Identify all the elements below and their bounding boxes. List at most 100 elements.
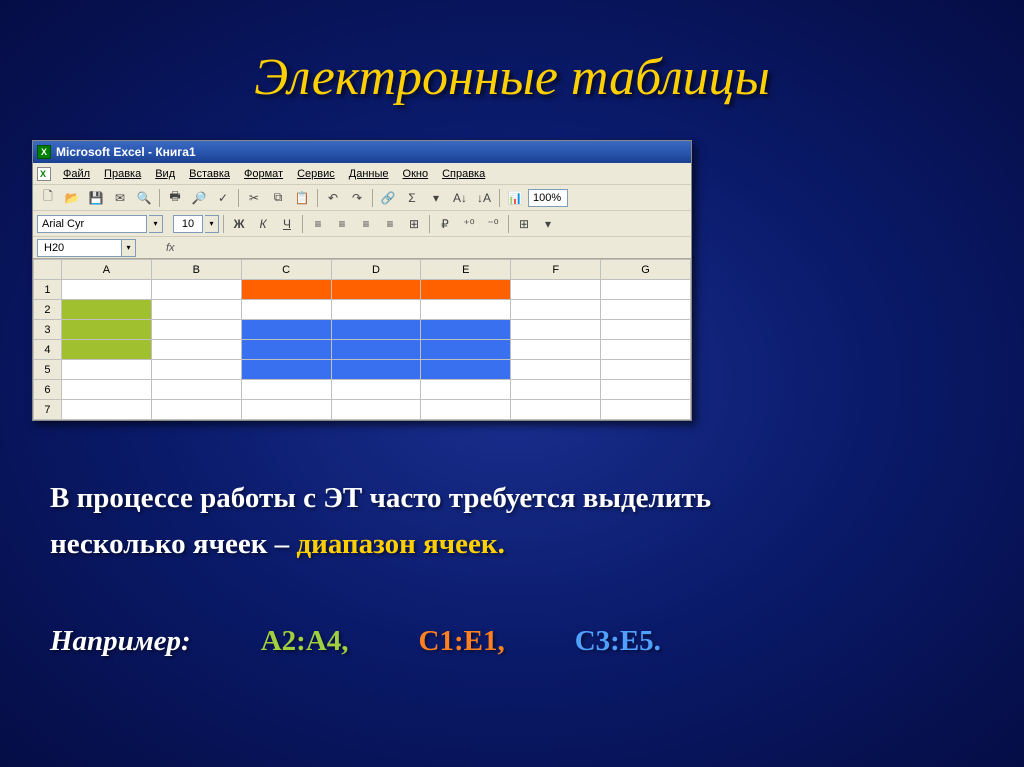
mail-icon[interactable]: ✉: [109, 187, 131, 209]
preview-icon[interactable]: 🔎: [188, 187, 210, 209]
sort-desc-icon[interactable]: ↓A: [473, 187, 495, 209]
cell[interactable]: [241, 320, 331, 340]
cell[interactable]: [61, 340, 151, 360]
row-header-6[interactable]: 6: [34, 380, 62, 400]
increase-decimal-icon[interactable]: ⁺⁰: [458, 213, 480, 235]
cell[interactable]: [601, 320, 691, 340]
cell[interactable]: [241, 400, 331, 420]
cell[interactable]: [331, 340, 421, 360]
new-icon[interactable]: 🗋: [37, 187, 59, 209]
copy-icon[interactable]: ⧉: [267, 187, 289, 209]
redo-icon[interactable]: ↷: [346, 187, 368, 209]
cell[interactable]: [511, 320, 601, 340]
cell-name-box[interactable]: H20: [37, 239, 122, 257]
cell[interactable]: [151, 340, 241, 360]
underline-button[interactable]: Ч: [276, 213, 298, 235]
col-header-e[interactable]: E: [421, 260, 511, 280]
cell[interactable]: [421, 280, 511, 300]
cell[interactable]: [61, 400, 151, 420]
menu-insert[interactable]: Вставка: [183, 166, 236, 182]
zoom-box[interactable]: 100%: [528, 189, 568, 207]
autosum-icon[interactable]: Σ: [401, 187, 423, 209]
fx-label[interactable]: fx: [166, 242, 175, 254]
spreadsheet-grid[interactable]: A B C D E F G 1 2 3: [33, 259, 691, 420]
menu-window[interactable]: Окно: [397, 166, 435, 182]
cell[interactable]: [601, 400, 691, 420]
chart-icon[interactable]: 📊: [504, 187, 526, 209]
cell[interactable]: [511, 280, 601, 300]
cell[interactable]: [151, 360, 241, 380]
cell[interactable]: [421, 340, 511, 360]
cell[interactable]: [601, 360, 691, 380]
align-left-icon[interactable]: ≡: [307, 213, 329, 235]
paste-icon[interactable]: 📋: [291, 187, 313, 209]
col-header-c[interactable]: C: [241, 260, 331, 280]
cell[interactable]: [61, 380, 151, 400]
merge-cells-icon[interactable]: ⊞: [403, 213, 425, 235]
cell[interactable]: [331, 280, 421, 300]
cell[interactable]: [511, 400, 601, 420]
currency-icon[interactable]: ₽: [434, 213, 456, 235]
menu-format[interactable]: Формат: [238, 166, 289, 182]
cell[interactable]: [331, 360, 421, 380]
borders-icon[interactable]: ⊞: [513, 213, 535, 235]
italic-button[interactable]: К: [252, 213, 274, 235]
cell[interactable]: [331, 400, 421, 420]
cell[interactable]: [151, 320, 241, 340]
cell[interactable]: [61, 360, 151, 380]
hyperlink-icon[interactable]: 🔗: [377, 187, 399, 209]
dropdown-icon[interactable]: ▾: [425, 187, 447, 209]
col-header-g[interactable]: G: [601, 260, 691, 280]
font-name-box[interactable]: Arial Cyr: [37, 215, 147, 233]
print-icon[interactable]: 🖶: [164, 187, 186, 209]
cell[interactable]: [601, 380, 691, 400]
cell[interactable]: [421, 400, 511, 420]
cell[interactable]: [421, 360, 511, 380]
cell[interactable]: [421, 320, 511, 340]
decrease-decimal-icon[interactable]: ⁻⁰: [482, 213, 504, 235]
row-header-3[interactable]: 3: [34, 320, 62, 340]
select-all-corner[interactable]: [34, 260, 62, 280]
font-size-box[interactable]: 10: [173, 215, 203, 233]
cell[interactable]: [331, 300, 421, 320]
search-icon[interactable]: 🔍: [133, 187, 155, 209]
cell[interactable]: [241, 380, 331, 400]
row-header-4[interactable]: 4: [34, 340, 62, 360]
cell[interactable]: [331, 380, 421, 400]
menu-tools[interactable]: Сервис: [291, 166, 341, 182]
namebox-dropdown-icon[interactable]: ▾: [122, 239, 136, 257]
cell[interactable]: [151, 280, 241, 300]
menu-help[interactable]: Справка: [436, 166, 491, 182]
font-dropdown-icon[interactable]: ▾: [149, 215, 163, 233]
spellcheck-icon[interactable]: ✓: [212, 187, 234, 209]
align-center-icon[interactable]: ≡: [331, 213, 353, 235]
cell[interactable]: [61, 300, 151, 320]
undo-icon[interactable]: ↶: [322, 187, 344, 209]
cell[interactable]: [511, 360, 601, 380]
col-header-f[interactable]: F: [511, 260, 601, 280]
bold-button[interactable]: Ж: [228, 213, 250, 235]
cell[interactable]: [241, 340, 331, 360]
cell[interactable]: [601, 280, 691, 300]
cell[interactable]: [601, 340, 691, 360]
row-header-7[interactable]: 7: [34, 400, 62, 420]
row-header-2[interactable]: 2: [34, 300, 62, 320]
row-header-1[interactable]: 1: [34, 280, 62, 300]
cell[interactable]: [241, 280, 331, 300]
cell[interactable]: [61, 280, 151, 300]
cell[interactable]: [601, 300, 691, 320]
cell[interactable]: [151, 300, 241, 320]
cell[interactable]: [421, 300, 511, 320]
cell[interactable]: [151, 400, 241, 420]
save-icon[interactable]: 💾: [85, 187, 107, 209]
menu-view[interactable]: Вид: [149, 166, 181, 182]
menu-file[interactable]: Файл: [57, 166, 96, 182]
open-icon[interactable]: 📂: [61, 187, 83, 209]
cell[interactable]: [151, 380, 241, 400]
col-header-d[interactable]: D: [331, 260, 421, 280]
cell[interactable]: [421, 380, 511, 400]
align-right-icon[interactable]: ≡: [355, 213, 377, 235]
size-dropdown-icon[interactable]: ▾: [205, 215, 219, 233]
menu-edit[interactable]: Правка: [98, 166, 147, 182]
cell[interactable]: [61, 320, 151, 340]
